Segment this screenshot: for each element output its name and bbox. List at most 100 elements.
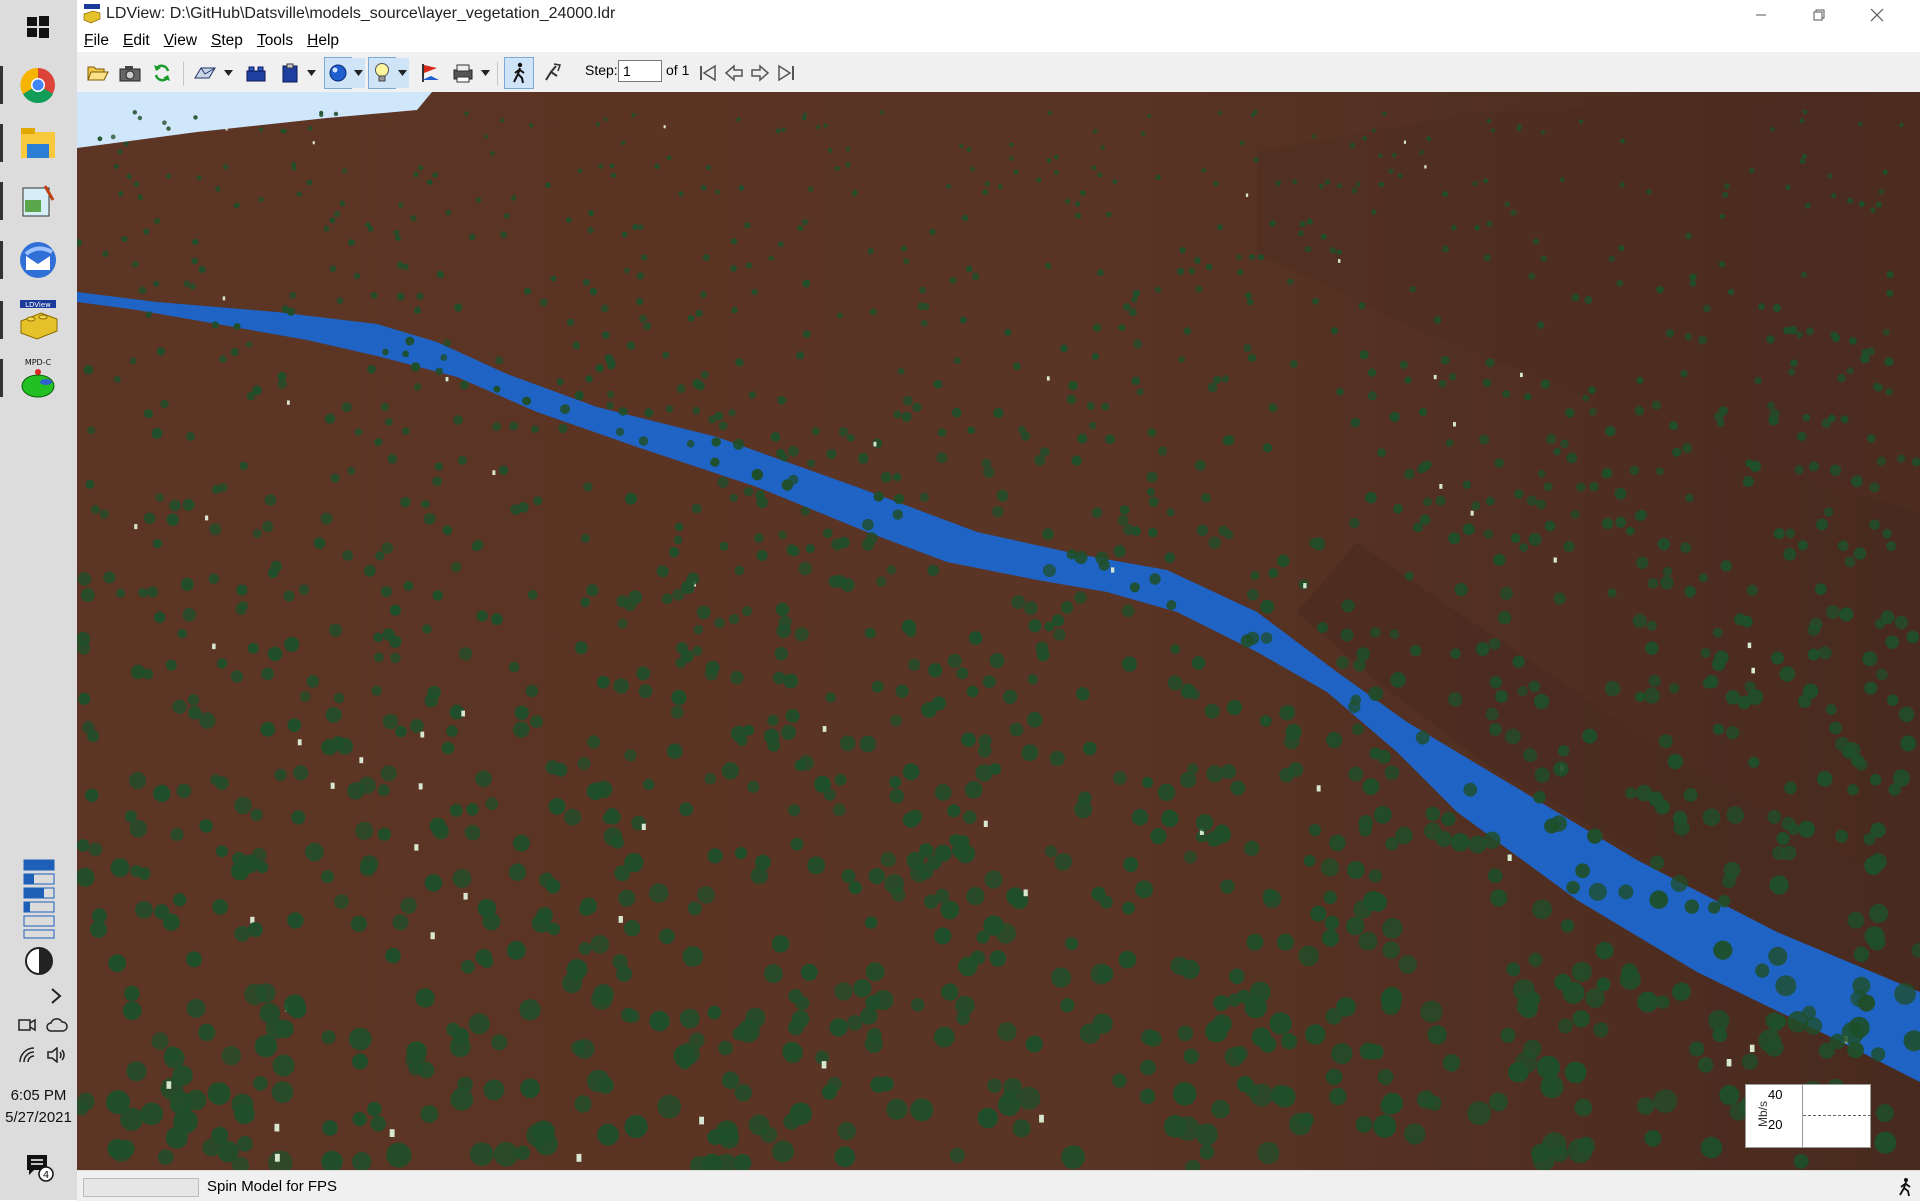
taskbar-clock[interactable]: 6:05 PM 5/27/2021: [0, 1085, 77, 1129]
restore-button[interactable]: [1790, 0, 1848, 30]
notification-center-button[interactable]: 4: [24, 1150, 54, 1184]
tree: [291, 811, 305, 825]
tree: [669, 547, 679, 557]
tree: [611, 173, 616, 178]
chevron-right-icon[interactable]: [46, 984, 66, 1008]
part-list-dropdown[interactable]: [304, 58, 318, 88]
tree: [1448, 532, 1460, 544]
tree: [1337, 183, 1342, 188]
taskbar-file-explorer[interactable]: [13, 118, 63, 168]
tree: [1538, 470, 1546, 478]
tree: [1724, 183, 1730, 189]
tree: [835, 166, 840, 171]
tree: [547, 923, 560, 936]
taskbar-mpd-center[interactable]: MPD-C: [13, 353, 63, 403]
tree: [1047, 158, 1052, 163]
fly-mode-button[interactable]: [539, 58, 565, 88]
tree: [934, 1027, 955, 1048]
shading-dropdown[interactable]: [351, 58, 365, 88]
export-dropdown[interactable]: [478, 58, 492, 88]
taskbar-notepad[interactable]: [13, 176, 63, 226]
tree: [134, 181, 140, 187]
step-input[interactable]: [618, 60, 662, 82]
open-file-button[interactable]: [85, 58, 111, 88]
skip-to-last-icon: [776, 64, 796, 82]
last-step-button[interactable]: [774, 58, 798, 88]
tree: [1217, 224, 1223, 230]
tree: [1755, 964, 1769, 978]
taskbar-thunderbird[interactable]: [13, 235, 63, 285]
tree: [253, 1076, 268, 1091]
tree: [420, 1105, 438, 1123]
reload-button[interactable]: [149, 58, 175, 88]
desktop-switcher-icon[interactable]: [22, 858, 56, 940]
tree: [321, 739, 337, 755]
taskbar-chrome[interactable]: [13, 60, 63, 110]
next-step-button[interactable]: [748, 58, 772, 88]
title-bar[interactable]: LDView: D:\GitHub\Datsville\models_sourc…: [77, 0, 1920, 30]
tree: [1644, 688, 1660, 704]
show-parts-button[interactable]: [243, 58, 269, 88]
network-icon[interactable]: [16, 1044, 38, 1066]
tree: [1356, 647, 1370, 661]
tree: [1092, 507, 1103, 518]
tree: [1894, 983, 1916, 1005]
tree: [1618, 245, 1624, 251]
tree: [231, 348, 239, 356]
tree: [706, 165, 711, 170]
tree: [591, 935, 610, 954]
start-button[interactable]: [13, 2, 63, 52]
tree: [781, 128, 786, 133]
menu-tools[interactable]: Tools: [250, 30, 300, 52]
tree: [1305, 1024, 1325, 1044]
tree: [933, 380, 942, 389]
first-step-button[interactable]: [696, 58, 720, 88]
part-list-button[interactable]: [277, 58, 303, 88]
tree: [1009, 723, 1023, 737]
menu-edit[interactable]: Edit: [116, 30, 157, 52]
tree: [667, 743, 683, 759]
tree: [348, 239, 355, 246]
save-snapshot-button[interactable]: [117, 58, 143, 88]
tree: [1061, 601, 1074, 614]
tree: [1529, 533, 1542, 546]
tree: [1368, 1044, 1383, 1059]
shading-toggle-button[interactable]: [325, 58, 351, 88]
tree: [1195, 460, 1206, 471]
tree: [354, 273, 360, 279]
tree: [1137, 388, 1144, 395]
flower-patch: [699, 1117, 704, 1125]
taskbar-ldview[interactable]: LDView: [13, 295, 63, 345]
previous-step-button[interactable]: [722, 58, 746, 88]
tree: [1585, 988, 1605, 1008]
menu-step[interactable]: Step: [204, 30, 250, 52]
lighting-toggle-button[interactable]: [369, 58, 395, 88]
tree: [644, 408, 653, 417]
tree: [378, 784, 390, 796]
export-button[interactable]: [449, 58, 477, 88]
onedrive-icon[interactable]: [44, 1014, 70, 1036]
close-button[interactable]: [1848, 0, 1906, 30]
meet-now-icon[interactable]: [16, 1014, 38, 1036]
tree: [1486, 708, 1499, 721]
menu-file[interactable]: File: [77, 30, 116, 52]
tree: [604, 827, 623, 846]
tree: [138, 116, 142, 120]
volume-icon[interactable]: [44, 1044, 68, 1066]
minimize-button[interactable]: [1732, 0, 1790, 30]
tree: [1358, 815, 1373, 830]
menu-view[interactable]: View: [157, 30, 204, 52]
bfc-toggle-button[interactable]: [417, 58, 443, 88]
tree: [624, 599, 636, 611]
tree: [1347, 861, 1365, 879]
view-angle-button[interactable]: [191, 58, 219, 88]
view-angle-dropdown[interactable]: [221, 58, 235, 88]
contrast-icon[interactable]: [22, 944, 56, 978]
walk-mode-button[interactable]: [505, 58, 533, 88]
tree: [425, 874, 443, 892]
menu-help[interactable]: Help: [300, 30, 346, 52]
lighting-dropdown[interactable]: [395, 58, 409, 88]
tree: [587, 1070, 610, 1093]
tree: [1336, 249, 1342, 255]
model-viewport[interactable]: Mb/s 40 20: [77, 92, 1920, 1170]
